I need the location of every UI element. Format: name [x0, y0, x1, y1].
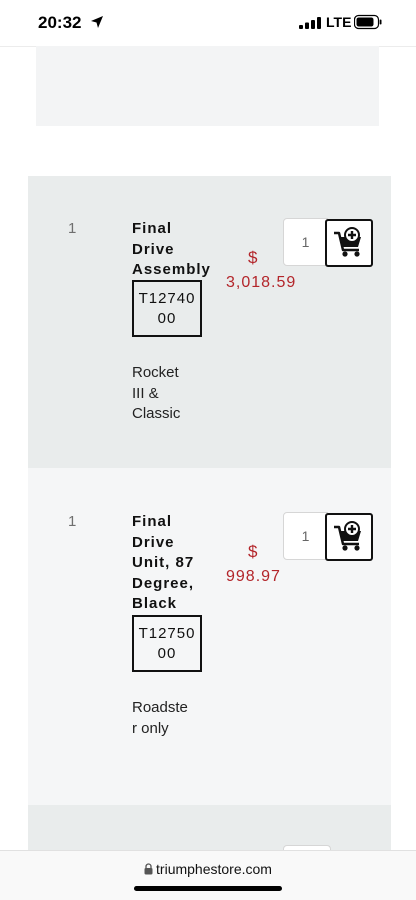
product-row: 1 Final Drive Assembly T1274000 Rocket I…	[28, 176, 391, 468]
row-quantity: 1	[68, 513, 77, 530]
product-row	[28, 805, 391, 850]
part-number-badge[interactable]: T1275000	[132, 615, 202, 672]
signal-bars-icon	[299, 17, 321, 29]
url-text: triumphestore.com	[156, 861, 272, 877]
quantity-input[interactable]: 1	[283, 218, 328, 266]
product-row: 1 Final Drive Unit, 87 Degree, Black T12…	[28, 468, 391, 805]
product-name[interactable]: Final Drive Assembly	[132, 219, 212, 281]
home-indicator[interactable]	[134, 886, 282, 891]
price-currency: $	[248, 542, 258, 561]
browser-bottom-bar: triumphestore.com	[0, 850, 416, 900]
quantity-input[interactable]: 1	[283, 512, 328, 560]
add-to-cart-button[interactable]	[325, 513, 373, 561]
address-bar[interactable]: triumphestore.com	[0, 861, 416, 877]
battery-icon	[354, 14, 382, 30]
price-currency: $	[248, 248, 258, 267]
add-to-cart-icon	[334, 521, 361, 551]
network-type: LTE	[326, 14, 352, 30]
row-quantity: 1	[68, 220, 77, 237]
product-name[interactable]: Final Drive Unit, 87 Degree, Black	[132, 512, 212, 615]
product-fitment: Roadster only	[132, 699, 188, 737]
status-time: 20:32	[38, 13, 82, 32]
product-price: 3,018.59	[226, 274, 297, 291]
add-to-cart-button[interactable]	[325, 219, 373, 267]
product-fitment: Rocket III & Classic	[132, 364, 181, 422]
add-to-cart-icon	[334, 227, 361, 257]
product-price: 998.97	[226, 568, 281, 585]
part-number-badge[interactable]: T1274000	[132, 280, 202, 337]
lock-icon	[144, 863, 153, 875]
status-bar: 20:32 LTE	[0, 0, 416, 46]
location-arrow-icon	[91, 16, 103, 28]
content-placeholder	[36, 46, 379, 126]
